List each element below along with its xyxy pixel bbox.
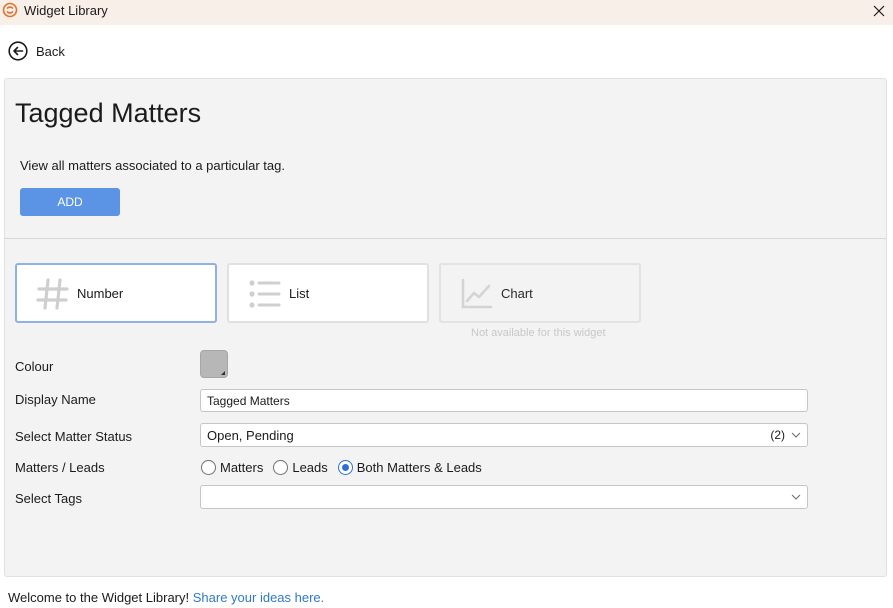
radio-label: Both Matters & Leads [356, 459, 482, 475]
display-name-value: Tagged Matters [207, 393, 290, 408]
radio-button [273, 459, 289, 475]
footer-text: Welcome to the Widget Library! [8, 590, 190, 605]
radio-both-matters-leads[interactable]: Both Matters & Leads [337, 459, 482, 475]
radio-label: Leads [292, 459, 328, 475]
display-type-list[interactable]: List [227, 263, 429, 323]
display-type-chart: Chart [439, 263, 641, 323]
app-logo-icon [2, 2, 18, 18]
colour-label: Colour [15, 359, 54, 374]
display-name-field[interactable]: Tagged Matters [200, 389, 808, 412]
colour-picker[interactable] [200, 350, 228, 378]
matters-leads-label: Matters / Leads [15, 460, 105, 475]
radio-matters[interactable]: Matters [201, 459, 264, 475]
display-type-label: Chart [501, 286, 533, 301]
matter-status-label: Select Matter Status [15, 429, 133, 444]
line-chart-icon [461, 278, 493, 309]
matter-status-select[interactable]: Open, Pending (2) [200, 423, 808, 447]
close-icon [873, 5, 885, 17]
back-arrow-icon [8, 41, 28, 61]
widget-panel: Tagged Matters View all matters associat… [4, 78, 887, 577]
display-type-number[interactable]: Number [15, 263, 217, 323]
back-label: Back [36, 43, 65, 59]
radio-leads[interactable]: Leads [273, 459, 328, 475]
page-title: Tagged Matters [15, 98, 202, 128]
back-button[interactable]: Back [8, 40, 65, 62]
widget-description: View all matters associated to a particu… [20, 158, 285, 173]
divider [5, 238, 886, 239]
select-tags-label: Select Tags [15, 491, 82, 506]
window-title: Widget Library [24, 3, 108, 18]
matters-leads-radio-group: Matters Leads Both Matters & Leads [201, 458, 492, 476]
select-tags-select[interactable] [200, 485, 808, 509]
footer: Welcome to the Widget Library! Share you… [8, 590, 324, 605]
display-name-label: Display Name [15, 392, 96, 407]
unavailable-note: Not available for this widget [471, 327, 606, 339]
chevron-down-icon [791, 494, 801, 500]
display-type-label: List [289, 286, 310, 301]
radio-label: Matters [220, 459, 264, 475]
share-ideas-link[interactable]: Share your ideas here. [193, 590, 325, 605]
add-button[interactable]: ADD [20, 188, 120, 216]
chevron-down-icon [791, 432, 801, 438]
radio-button [201, 459, 216, 475]
matter-status-count: (2) [770, 428, 785, 442]
hash-icon [36, 278, 69, 310]
list-icon [249, 280, 281, 308]
display-type-label: Number [77, 286, 124, 301]
title-bar: Widget Library [0, 0, 893, 25]
close-button[interactable] [865, 0, 893, 22]
matter-status-value: Open, Pending [207, 427, 294, 443]
radio-button-selected [337, 459, 353, 475]
